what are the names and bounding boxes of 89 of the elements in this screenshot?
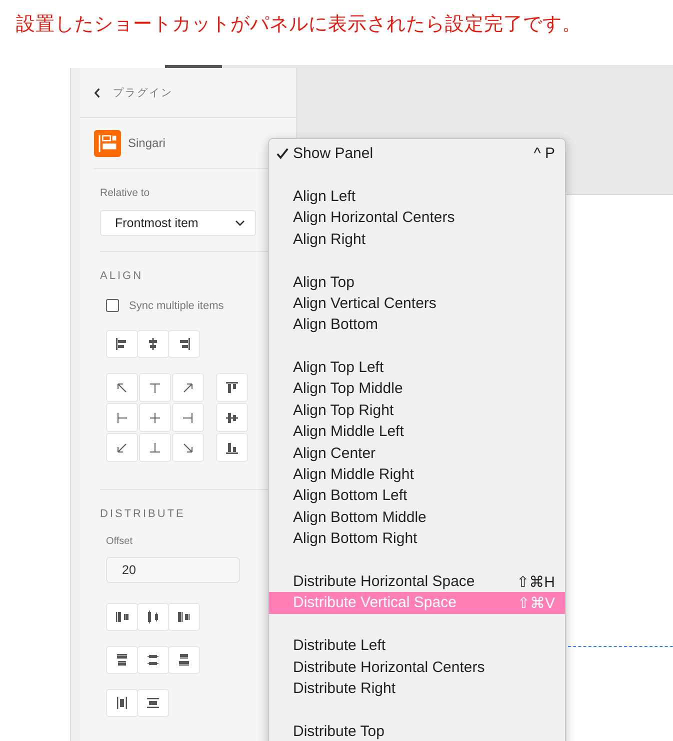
menu-item[interactable]: Align Top Middle xyxy=(269,378,565,400)
plugin-name: Singari xyxy=(128,136,166,150)
tab-indicator xyxy=(165,65,222,68)
menu-item[interactable]: Align Vertical Centers xyxy=(269,292,565,314)
align-bottom-button[interactable] xyxy=(216,433,248,462)
menu-item[interactable]: Distribute Right xyxy=(269,678,565,700)
menu-item[interactable]: Align Bottom xyxy=(269,314,565,336)
menu-item[interactable]: Align Top Right xyxy=(269,400,565,422)
menu-item[interactable]: Align Top xyxy=(269,271,565,293)
menu-item-label: Align Right xyxy=(293,230,366,248)
align-right-button[interactable] xyxy=(168,330,200,358)
menu-item[interactable]: Distribute Top xyxy=(269,720,565,741)
menu-item-label: Align Bottom Right xyxy=(293,530,418,548)
menu-item-label: Align Top Right xyxy=(293,402,394,419)
distribute-left-icon xyxy=(114,609,130,625)
align-left-button[interactable] xyxy=(106,330,138,358)
distribute-top-button[interactable] xyxy=(106,646,138,674)
menu-item-label: Align Left xyxy=(293,188,356,205)
arrow-up-right-button[interactable] xyxy=(172,373,204,402)
shortcut-label: ⇧⌘H xyxy=(516,572,555,590)
distribute-center-button[interactable] xyxy=(137,603,169,631)
space-vertical-button[interactable] xyxy=(137,689,169,717)
distribute-middle-button[interactable] xyxy=(137,646,169,674)
space-horizontal-icon xyxy=(114,695,130,711)
menu-item[interactable]: Align Left xyxy=(269,186,565,208)
menu-item-label: Distribute Right xyxy=(293,680,396,697)
menu-item[interactable]: Align Bottom Left xyxy=(269,485,565,507)
space-horizontal-button[interactable] xyxy=(106,689,138,717)
distribute-heading: DISTRIBUTE xyxy=(100,508,186,520)
distribute-right-button[interactable] xyxy=(168,603,200,631)
caret-icon xyxy=(235,220,245,226)
menu-item-label: Distribute Top xyxy=(293,722,384,740)
menu-item-label: Distribute Left xyxy=(293,637,386,654)
back-icon[interactable] xyxy=(94,88,101,98)
align-heading: ALIGN xyxy=(100,270,144,282)
menu-item-label: Distribute Horizontal Centers xyxy=(293,658,485,676)
menu-item-label: Show Panel xyxy=(293,145,374,162)
menu-item-label: Distribute Vertical Space xyxy=(293,594,456,612)
menu-item[interactable]: Align Center xyxy=(269,442,565,464)
menu-item[interactable]: Align Middle Right xyxy=(269,464,565,486)
menu-item[interactable]: Distribute Horizontal Space ⇧⌘H xyxy=(269,570,565,592)
arrow-down-right-button[interactable] xyxy=(172,433,204,462)
menu-item-label: Align Top Middle xyxy=(293,380,403,398)
offset-field[interactable]: 20 xyxy=(106,557,240,583)
space-vertical-icon xyxy=(145,695,161,711)
menu-item[interactable]: Align Bottom Right xyxy=(269,528,565,550)
distribute-right-icon xyxy=(176,609,192,625)
align-top-button[interactable] xyxy=(216,373,248,402)
distribute-bottom-button[interactable] xyxy=(168,646,200,674)
menu-item[interactable]: Show Panel ^ P xyxy=(269,143,565,164)
plus-button[interactable] xyxy=(139,403,171,432)
menu-item-label: Align Bottom Left xyxy=(293,487,408,504)
menu-item[interactable]: Align Middle Left xyxy=(269,421,565,442)
shortcut-label: ⇧⌘V xyxy=(517,594,555,612)
menu-item-label: Align Vertical Centers xyxy=(293,294,436,312)
relative-to-label: Relative to xyxy=(100,187,151,199)
back-label[interactable]: プラグイン xyxy=(113,86,173,100)
menu-item[interactable]: Distribute Horizontal Centers xyxy=(269,656,565,678)
arrow-down-left-button[interactable] xyxy=(106,433,138,462)
menu-item-label: Align Horizontal Centers xyxy=(293,209,455,226)
menu-item-label: Align Middle Left xyxy=(293,423,404,440)
align-middle-button[interactable] xyxy=(216,403,248,432)
sync-checkbox[interactable] xyxy=(106,299,119,312)
menu-item-label: Align Middle Right xyxy=(293,466,414,484)
menu-item-label: Distribute Horizontal Space xyxy=(293,573,475,590)
sync-label: Sync multiple items xyxy=(129,300,224,312)
shortcut-label: ^ P xyxy=(534,145,555,162)
distribute-top-icon xyxy=(114,652,130,668)
caption-text: 設置したショートカットがパネルに表示されたら設定完了です。 xyxy=(15,12,582,37)
arrow-up-left-button[interactable] xyxy=(106,373,138,402)
menu-item-label: Align Bottom Middle xyxy=(293,508,426,526)
align-top-icon xyxy=(224,380,240,396)
plugin-logo-icon xyxy=(94,130,121,156)
menu-item-label: Align Top Left xyxy=(293,359,384,376)
align-center-button[interactable] xyxy=(137,330,169,358)
menu-item-label: Align Bottom xyxy=(293,316,378,334)
menu-item[interactable]: Align Horizontal Centers xyxy=(269,207,565,229)
relative-to-dropdown[interactable]: Frontmost item xyxy=(100,210,256,236)
menu-item-label: Align Top xyxy=(293,274,354,291)
menu-item[interactable]: Align Right xyxy=(269,228,565,250)
menu-item[interactable]: Align Bottom Middle xyxy=(269,506,565,528)
distribute-middle-icon xyxy=(145,652,161,668)
distribute-center-icon xyxy=(145,609,161,625)
offset-label: Offset xyxy=(106,536,134,547)
distribute-left-button[interactable] xyxy=(106,603,138,631)
menu-item[interactable]: Distribute Left xyxy=(269,634,565,656)
distribute-bottom-icon xyxy=(176,652,192,668)
menu-item-label: Align Center xyxy=(293,444,376,462)
menu-item[interactable]: Align Top Left xyxy=(269,356,565,378)
